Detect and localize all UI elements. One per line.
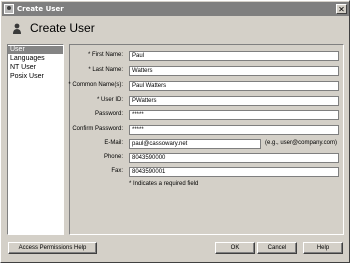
user-id-field[interactable]: PWatters xyxy=(129,96,339,106)
email-field[interactable]: paul@cassowary.net xyxy=(129,139,261,149)
fax-field[interactable]: 8043590001 xyxy=(129,167,339,177)
help-button[interactable]: Help xyxy=(303,242,343,254)
create-user-window: Create User ✕ Create User User Languages… xyxy=(0,0,350,263)
phone-field[interactable]: 8043590000 xyxy=(129,153,339,163)
phone-label: Phone: xyxy=(103,154,123,160)
fax-label: Fax: xyxy=(111,168,123,174)
common-name-field[interactable]: Paul Watters xyxy=(129,81,339,91)
confirm-password-field[interactable]: ***** xyxy=(129,125,339,135)
title-bar[interactable]: Create User ✕ xyxy=(2,2,349,16)
user-id-label: * User ID: xyxy=(96,97,123,103)
nav-item-user[interactable]: User xyxy=(8,46,63,54)
ok-button[interactable]: OK xyxy=(215,242,255,254)
first-name-label: * First Name: xyxy=(87,52,123,58)
required-field-note: * Indicates a required field xyxy=(129,181,199,187)
close-button[interactable]: ✕ xyxy=(336,4,347,14)
common-name-label: * Common Name(s): xyxy=(68,82,123,88)
confirm-password-label: Confirm Password: xyxy=(72,126,123,132)
nav-item-posix-user[interactable]: Posix User xyxy=(8,73,63,81)
password-field[interactable]: ***** xyxy=(129,110,339,120)
last-name-label: * Last Name: xyxy=(88,67,123,73)
first-name-field[interactable]: Paul xyxy=(129,51,339,61)
nav-item-nt-user[interactable]: NT User xyxy=(8,64,63,72)
app-icon xyxy=(4,4,14,14)
user-icon xyxy=(13,23,21,34)
nav-item-languages[interactable]: Languages xyxy=(8,55,63,63)
email-format-hint: (e.g., user@company.com) xyxy=(265,140,338,146)
last-name-field[interactable]: Watters xyxy=(129,66,339,76)
category-list[interactable]: User Languages NT User Posix User xyxy=(7,44,64,235)
email-label: E-Mail: xyxy=(104,140,123,146)
access-permissions-help-button[interactable]: Access Permissions Help xyxy=(8,242,97,254)
cancel-button[interactable]: Cancel xyxy=(257,242,297,254)
window-title: Create User xyxy=(17,5,64,13)
password-label: Password: xyxy=(94,111,123,117)
page-title: Create User xyxy=(30,21,95,35)
